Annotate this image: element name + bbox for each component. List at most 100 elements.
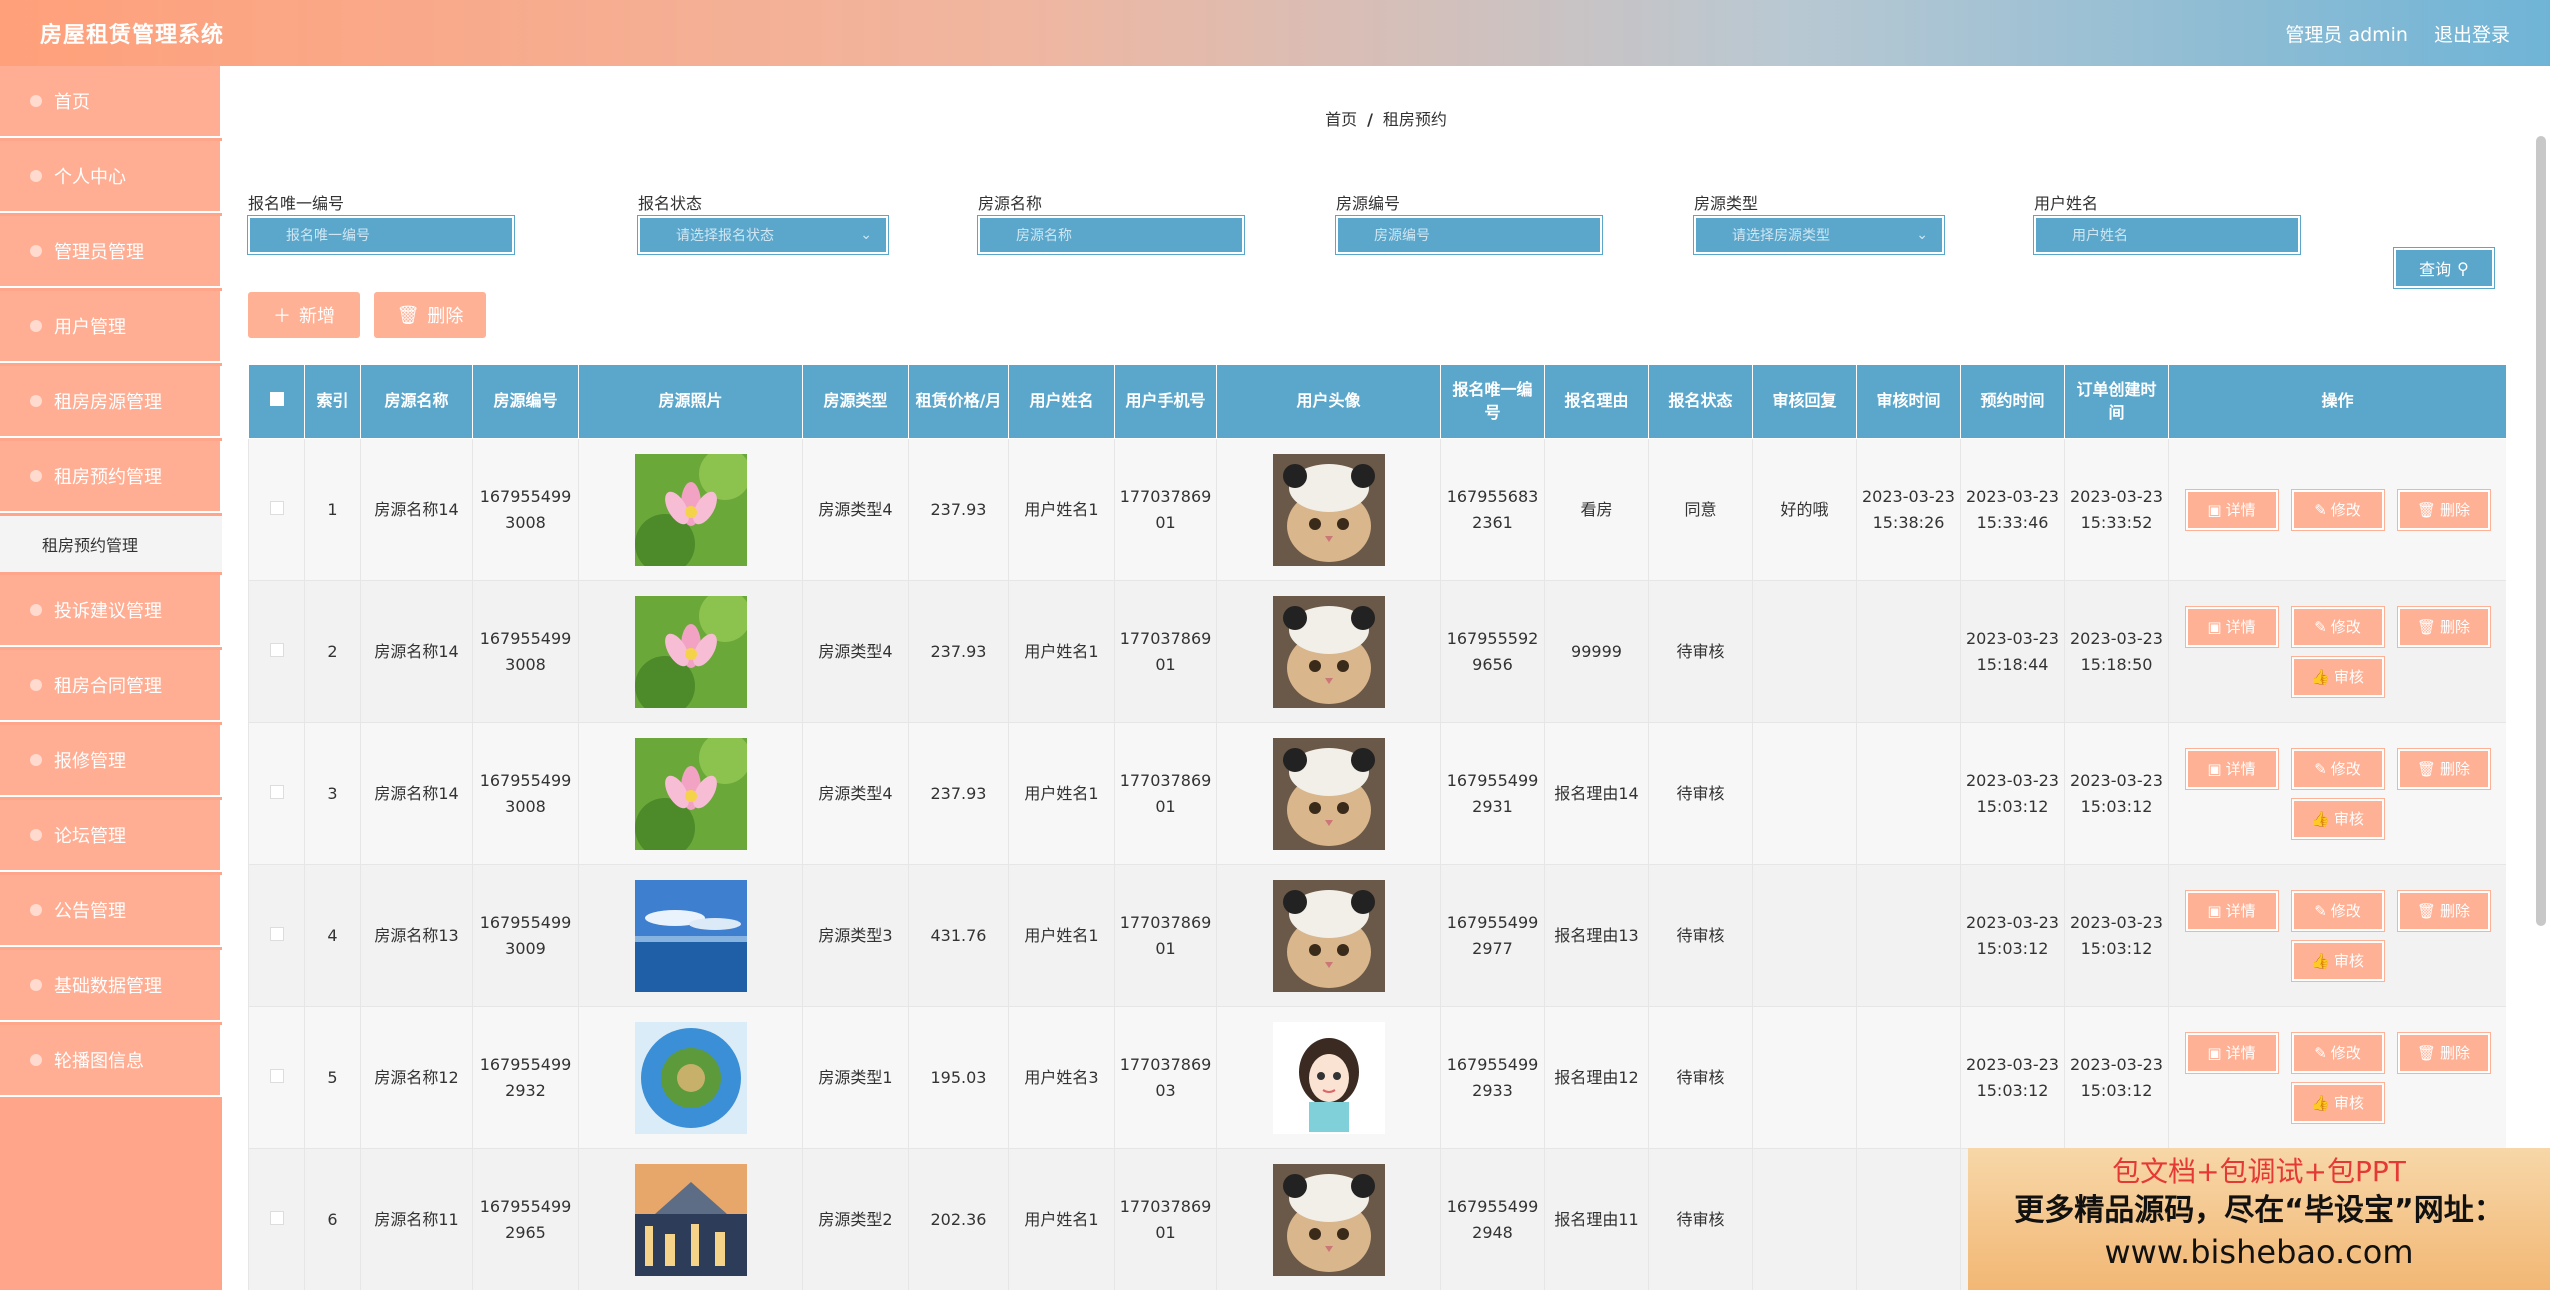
sidebar-item-complaints[interactable]: 投诉建议管理 [0, 575, 222, 647]
detail-button[interactable]: ▣详情 [2185, 606, 2278, 647]
house-type-select[interactable]: 请选择房源类型 ⌄ [1694, 216, 1944, 254]
row-actions: ▣ 详情 ✎ 修改 🗑 删除 👍 审核 [2173, 748, 2502, 839]
cell-phone: 17703786901 [1114, 1148, 1217, 1290]
sidebar-subitem-bookings[interactable]: 租房预约管理 [0, 516, 222, 572]
admin-label: 管理员 admin [2285, 23, 2408, 46]
delete-button[interactable]: 🗑删除 [2397, 489, 2490, 530]
edit-label: 修改 [2330, 617, 2361, 636]
main-content: 首页 / 租房预约 报名唯一编号 报名唯一编号 报名状态 请选择报名状态 ⌄ 房源名称… [222, 66, 2550, 1290]
cell-phone: 17703786901 [1114, 438, 1217, 581]
column-header: 租赁价格/月 [908, 364, 1009, 439]
select-all-checkbox[interactable] [269, 392, 284, 407]
select-all-header[interactable] [248, 364, 305, 439]
sidebar-item-users[interactable]: 用户管理 [0, 291, 222, 363]
row-checkbox[interactable] [269, 1210, 284, 1225]
detail-button[interactable]: ▣详情 [2185, 1032, 2278, 1073]
detail-button[interactable]: ▣详情 [2185, 890, 2278, 931]
user-avatar-image[interactable] [1272, 1021, 1385, 1134]
thumb-icon: 👍 [2311, 809, 2330, 828]
sidebar-item-forum[interactable]: 论坛管理 [0, 800, 222, 872]
cell-regno: 1679555929656 [1440, 580, 1545, 723]
input-placeholder: 用户姓名 [2072, 228, 2128, 244]
audit-button[interactable]: 👍 审核 [2291, 798, 2384, 839]
house-photo-image[interactable] [634, 737, 747, 850]
sidebar-item-profile[interactable]: 个人中心 [0, 141, 222, 213]
row-select-cell[interactable] [248, 864, 305, 1007]
edit-button[interactable]: ✎修改 [2291, 890, 2384, 931]
cell-index: 6 [304, 1148, 361, 1290]
house-code-input[interactable]: 房源编号 [1336, 216, 1602, 254]
sidebar-item-home[interactable]: 首页 [0, 66, 222, 138]
sidebar-item-carousel[interactable]: 轮播图信息 [0, 1025, 222, 1097]
house-photo-image[interactable] [634, 1021, 747, 1134]
column-header: 用户姓名 [1008, 364, 1115, 439]
sidebar-item-label: 报修管理 [54, 751, 126, 772]
trash-icon: 🗑 [396, 304, 420, 326]
edit-button[interactable]: ✎修改 [2291, 748, 2384, 789]
user-avatar-image[interactable] [1272, 1163, 1385, 1276]
house-photo-image[interactable] [634, 1163, 747, 1276]
sidebar-item-basedata[interactable]: 基础数据管理 [0, 950, 222, 1022]
query-button[interactable]: 查询 ⚲ [2394, 248, 2494, 288]
regno-input[interactable]: 报名唯一编号 [248, 216, 514, 254]
status-select[interactable]: 请选择报名状态 ⌄ [638, 216, 888, 254]
row-select-cell[interactable] [248, 580, 305, 723]
detail-icon: ▣ [2207, 617, 2222, 636]
sidebar-item-label: 用户管理 [54, 317, 126, 338]
breadcrumb-home[interactable]: 首页 [1325, 110, 1357, 129]
row-checkbox[interactable] [269, 784, 284, 799]
cell-house-name: 房源名称14 [360, 580, 473, 723]
row-select-cell[interactable] [248, 1148, 305, 1290]
delete-button[interactable]: 🗑删除 [2397, 890, 2490, 931]
row-select-cell[interactable] [248, 722, 305, 865]
user-avatar-image[interactable] [1272, 879, 1385, 992]
add-button[interactable]: ＋ 新增 [248, 292, 360, 338]
logout-link[interactable]: 退出登录 [2434, 20, 2510, 47]
row-checkbox[interactable] [269, 926, 284, 941]
row-select-cell[interactable] [248, 438, 305, 581]
cell-user-name: 用户姓名1 [1008, 580, 1115, 723]
detail-button[interactable]: ▣详情 [2185, 748, 2278, 789]
audit-button[interactable]: 👍 审核 [2291, 940, 2384, 981]
house-photo-image[interactable] [634, 453, 747, 566]
detail-button[interactable]: ▣详情 [2185, 489, 2278, 530]
edit-button[interactable]: ✎修改 [2291, 489, 2384, 530]
cell-reply: 好的哦 [1752, 438, 1857, 581]
house-name-input[interactable]: 房源名称 [978, 216, 1244, 254]
row-checkbox[interactable] [269, 642, 284, 657]
audit-button[interactable]: 👍 审核 [2291, 1082, 2384, 1123]
cell-user-name: 用户姓名1 [1008, 722, 1115, 865]
row-checkbox[interactable] [269, 1068, 284, 1083]
sidebar-item-contracts[interactable]: 租房合同管理 [0, 650, 222, 722]
column-header: 索引 [304, 364, 361, 439]
vertical-scrollbar[interactable] [2536, 136, 2546, 926]
sidebar-item-houses[interactable]: 租房房源管理 [0, 366, 222, 438]
house-photo-image[interactable] [634, 595, 747, 708]
delete-button[interactable]: 🗑删除 [2397, 1032, 2490, 1073]
sidebar-item-bookings[interactable]: 租房预约管理 [0, 441, 222, 513]
filter-bar: 报名唯一编号 报名唯一编号 报名状态 请选择报名状态 ⌄ 房源名称 房源名称 房源… [248, 190, 2528, 270]
delete-button[interactable]: 🗑删除 [2397, 748, 2490, 789]
detail-icon: ▣ [2207, 759, 2222, 778]
user-avatar-image[interactable] [1272, 595, 1385, 708]
audit-button[interactable]: 👍 审核 [2291, 656, 2384, 697]
user-avatar-image[interactable] [1272, 453, 1385, 566]
sidebar-item-notices[interactable]: 公告管理 [0, 875, 222, 947]
sidebar-item-admins[interactable]: 管理员管理 [0, 216, 222, 288]
cell-house-type: 房源类型4 [802, 580, 909, 723]
edit-button[interactable]: ✎修改 [2291, 606, 2384, 647]
house-photo-image[interactable] [634, 879, 747, 992]
bulk-delete-button[interactable]: 🗑 删除 [374, 292, 486, 338]
column-header: 房源照片 [578, 364, 803, 439]
sidebar-item-label: 管理员管理 [54, 242, 144, 263]
header-user-area: 管理员 admin 退出登录 [2285, 20, 2510, 47]
delete-button[interactable]: 🗑删除 [2397, 606, 2490, 647]
row-select-cell[interactable] [248, 1006, 305, 1149]
sidebar-item-repairs[interactable]: 报修管理 [0, 725, 222, 797]
user-avatar-image[interactable] [1272, 737, 1385, 850]
row-checkbox[interactable] [269, 500, 284, 515]
sidebar-item-label: 论坛管理 [54, 826, 126, 847]
user-name-input[interactable]: 用户姓名 [2034, 216, 2300, 254]
edit-button[interactable]: ✎修改 [2291, 1032, 2384, 1073]
cell-phone: 17703786901 [1114, 864, 1217, 1007]
